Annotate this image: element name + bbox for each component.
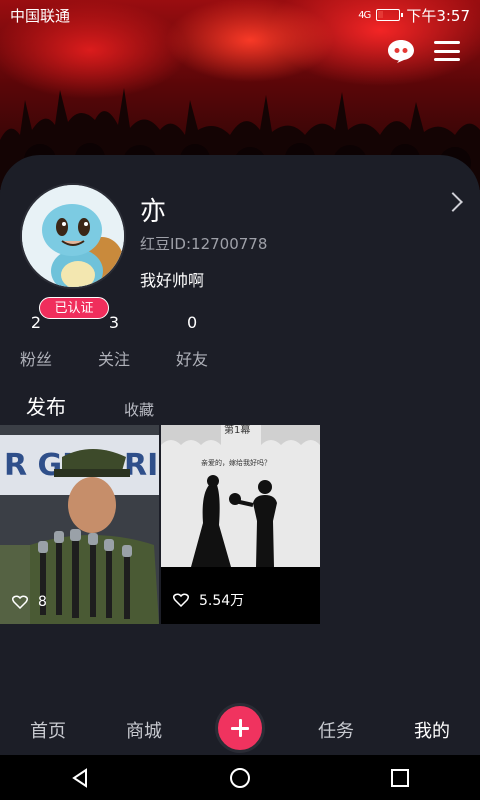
message-icon[interactable] (386, 38, 416, 64)
profile-card: 已认证 亦 红豆ID:12700778 我好帅啊 2 粉丝 3 关注 0 好友 … (0, 155, 480, 705)
nav-home[interactable]: 首页 (0, 717, 96, 743)
svg-text:RI: RI (124, 448, 158, 483)
stat-number: 2 (30, 313, 42, 332)
squirtle-avatar-image (22, 185, 124, 287)
stat-label: 关注 (98, 350, 131, 369)
user-id: 红豆ID:12700778 (140, 235, 268, 253)
recents-icon[interactable] (389, 767, 411, 789)
avatar[interactable]: 已认证 (20, 183, 126, 319)
bottom-nav: 首页 商城 任务 我的 (0, 703, 480, 755)
stats-row: 2 粉丝 3 关注 0 好友 (20, 313, 208, 370)
post-grid: R GI RI 8 第1幕 亲爱的，嫁给我好吗？ 5.54万 (0, 425, 320, 624)
stat-label: 粉丝 (20, 350, 53, 369)
back-icon[interactable] (69, 767, 91, 789)
system-nav-bar (0, 755, 480, 800)
chevron-right-icon[interactable] (443, 192, 463, 212)
stat-following[interactable]: 3 关注 (98, 313, 130, 370)
post-title: 第1幕 (224, 425, 250, 436)
post-likes: 8 (38, 594, 47, 610)
signal-icon: 4G (358, 9, 371, 21)
nav-tasks[interactable]: 任务 (288, 717, 384, 743)
post-tile[interactable]: 第1幕 亲爱的，嫁给我好吗？ 5.54万 (161, 425, 320, 624)
heart-icon (173, 593, 189, 607)
nav-mall[interactable]: 商城 (96, 717, 192, 743)
stat-label: 好友 (176, 350, 209, 369)
post-stats: 8 (12, 594, 47, 610)
nickname: 亦 (140, 197, 167, 227)
stat-number: 0 (186, 313, 198, 332)
home-icon[interactable] (229, 767, 251, 789)
bio: 我好帅啊 (140, 271, 205, 290)
carrier-label: 中国联通 (10, 6, 71, 25)
post-stats: 5.54万 (173, 590, 244, 610)
stat-number: 3 (108, 313, 120, 332)
battery-icon (376, 9, 404, 21)
nav-mine[interactable]: 我的 (384, 717, 480, 743)
post-tile[interactable]: R GI RI 8 (0, 425, 159, 624)
stat-fans[interactable]: 2 粉丝 (20, 313, 52, 370)
heart-icon (12, 595, 28, 609)
add-post-button[interactable] (215, 703, 265, 753)
stat-friends[interactable]: 0 好友 (176, 313, 208, 370)
status-bar: 中国联通 4G 下午3:57 (0, 0, 480, 30)
post-caption: 亲爱的，嫁给我好吗？ (201, 458, 271, 467)
clock: 下午3:57 (406, 6, 470, 25)
post-likes: 5.54万 (199, 593, 245, 609)
menu-icon[interactable] (434, 41, 460, 61)
